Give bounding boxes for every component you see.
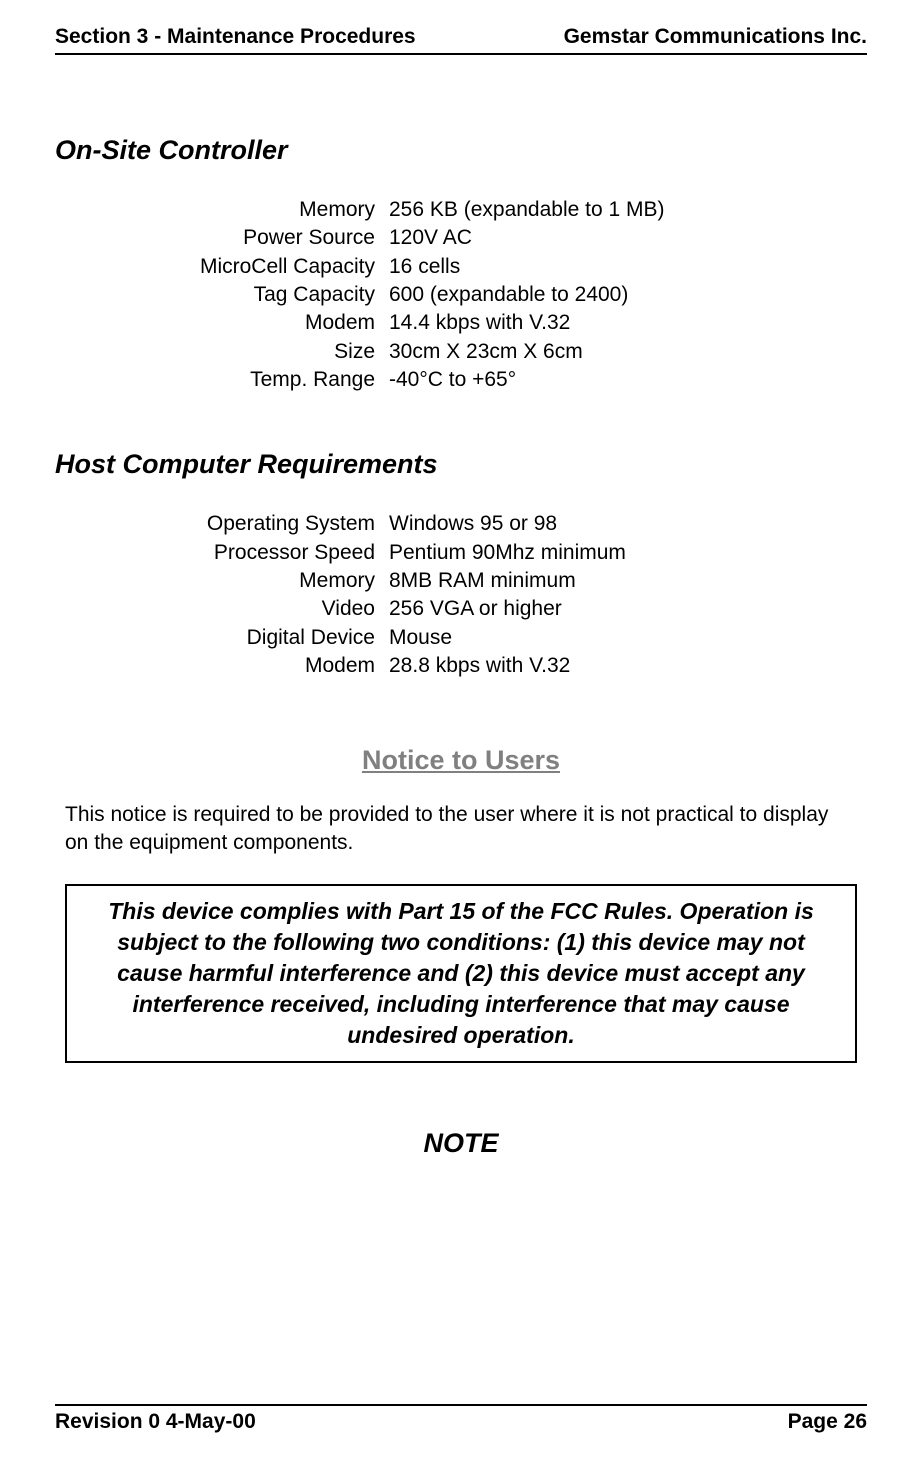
spec-row: Modem 28.8 kbps with V.32: [155, 652, 867, 680]
header-left: Section 3 - Maintenance Procedures: [55, 25, 416, 49]
onsite-spec-table: Memory 256 KB (expandable to 1 MB) Power…: [155, 196, 867, 394]
spec-row: Processor Speed Pentium 90Mhz minimum: [155, 539, 867, 567]
spec-label: Digital Device: [155, 624, 389, 652]
spec-row: Power Source 120V AC: [155, 224, 867, 252]
spec-value: 120V AC: [389, 224, 472, 252]
fcc-compliance-box: This device complies with Part 15 of the…: [65, 884, 857, 1063]
spec-row: MicroCell Capacity 16 cells: [155, 253, 867, 281]
spec-row: Memory 256 KB (expandable to 1 MB): [155, 196, 867, 224]
host-requirements-title: Host Computer Requirements: [55, 449, 867, 480]
spec-label: Power Source: [155, 224, 389, 252]
spec-row: Temp. Range -40°C to +65°: [155, 366, 867, 394]
spec-label: Modem: [155, 309, 389, 337]
spec-row: Modem 14.4 kbps with V.32: [155, 309, 867, 337]
spec-value: Pentium 90Mhz minimum: [389, 539, 626, 567]
spec-value: Mouse: [389, 624, 452, 652]
header-right: Gemstar Communications Inc.: [564, 25, 867, 49]
spec-value: 256 VGA or higher: [389, 595, 562, 623]
footer-left: Revision 0 4-May-00: [55, 1410, 256, 1434]
page-footer: Revision 0 4-May-00 Page 26: [55, 1404, 867, 1434]
spec-row: Memory 8MB RAM minimum: [155, 567, 867, 595]
spec-row: Size 30cm X 23cm X 6cm: [155, 338, 867, 366]
spec-label: Size: [155, 338, 389, 366]
spec-label: MicroCell Capacity: [155, 253, 389, 281]
spec-value: 14.4 kbps with V.32: [389, 309, 570, 337]
spec-label: Video: [155, 595, 389, 623]
spec-label: Memory: [155, 196, 389, 224]
spec-value: 256 KB (expandable to 1 MB): [389, 196, 665, 224]
page-container: Section 3 - Maintenance Procedures Gemst…: [0, 0, 922, 1459]
notice-heading: Notice to Users: [55, 745, 867, 776]
spec-value: 16 cells: [389, 253, 460, 281]
onsite-controller-title: On-Site Controller: [55, 135, 867, 166]
host-spec-table: Operating System Windows 95 or 98 Proces…: [155, 510, 867, 680]
spec-label: Modem: [155, 652, 389, 680]
spec-row: Operating System Windows 95 or 98: [155, 510, 867, 538]
page-header: Section 3 - Maintenance Procedures Gemst…: [55, 25, 867, 55]
spec-row: Video 256 VGA or higher: [155, 595, 867, 623]
spec-value: -40°C to +65°: [389, 366, 516, 394]
spec-value: Windows 95 or 98: [389, 510, 557, 538]
spec-label: Tag Capacity: [155, 281, 389, 309]
spec-label: Operating System: [155, 510, 389, 538]
spec-row: Tag Capacity 600 (expandable to 2400): [155, 281, 867, 309]
spec-value: 8MB RAM minimum: [389, 567, 576, 595]
spec-row: Digital Device Mouse: [155, 624, 867, 652]
spec-label: Memory: [155, 567, 389, 595]
footer-right: Page 26: [788, 1410, 867, 1434]
spec-value: 28.8 kbps with V.32: [389, 652, 570, 680]
spec-label: Temp. Range: [155, 366, 389, 394]
spec-label: Processor Speed: [155, 539, 389, 567]
spec-value: 600 (expandable to 2400): [389, 281, 628, 309]
notice-paragraph: This notice is required to be provided t…: [65, 801, 857, 856]
spec-value: 30cm X 23cm X 6cm: [389, 338, 583, 366]
note-heading: NOTE: [55, 1128, 867, 1159]
